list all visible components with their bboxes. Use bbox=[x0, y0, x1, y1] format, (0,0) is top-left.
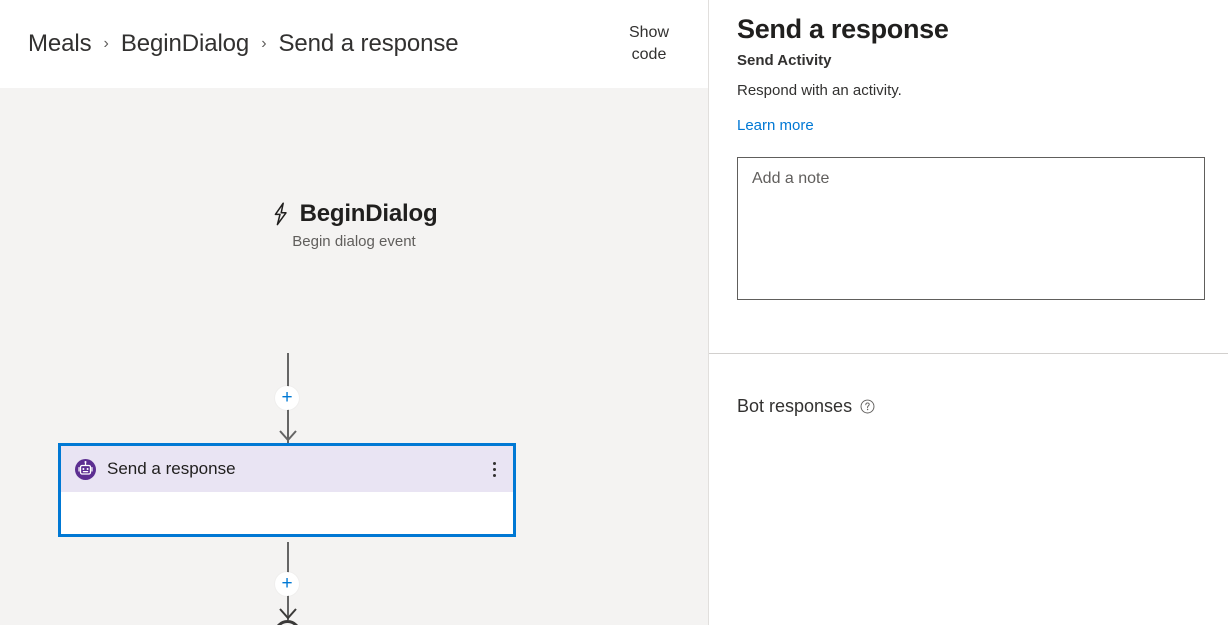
panel-description: Respond with an activity. bbox=[737, 82, 902, 99]
add-action-button-above[interactable]: + bbox=[275, 386, 299, 410]
trigger-title-row: BeginDialog bbox=[0, 200, 708, 228]
bot-message-icon bbox=[75, 458, 96, 480]
properties-panel: Send a response Send Activity Respond wi… bbox=[708, 0, 1228, 625]
trigger-title: BeginDialog bbox=[299, 200, 438, 227]
plus-icon: + bbox=[281, 387, 293, 408]
panel-divider bbox=[709, 353, 1228, 354]
breadcrumb: Meals › BeginDialog › Send a response bbox=[28, 30, 612, 58]
action-node-body bbox=[61, 492, 513, 534]
learn-more-link[interactable]: Learn more bbox=[737, 117, 814, 134]
header-show-code-button[interactable]: Show code bbox=[612, 22, 686, 65]
breadcrumb-item-send-a-response[interactable]: Send a response bbox=[279, 30, 459, 58]
action-node-label: Send a response bbox=[107, 459, 236, 478]
add-action-button-below[interactable]: + bbox=[275, 572, 299, 596]
dialog-canvas-pane: Meals › BeginDialog › Send a response Sh… bbox=[0, 0, 708, 625]
help-circle-icon[interactable] bbox=[860, 399, 875, 414]
note-placeholder: Add a note bbox=[752, 170, 830, 187]
breadcrumb-item-meals[interactable]: Meals bbox=[28, 30, 92, 58]
end-circle-icon bbox=[274, 620, 301, 625]
panel-subtitle: Send Activity bbox=[737, 52, 832, 69]
action-node-header: Send a response bbox=[61, 446, 513, 492]
breadcrumb-separator-icon: › bbox=[103, 35, 109, 52]
trigger-subtitle: Begin dialog event bbox=[292, 233, 416, 250]
connector-arrowhead-top bbox=[278, 429, 298, 442]
breadcrumb-item-begindialog[interactable]: BeginDialog bbox=[121, 30, 249, 58]
more-vertical-icon[interactable] bbox=[485, 457, 503, 481]
composer-window: Meals › BeginDialog › Send a response Sh… bbox=[0, 0, 1228, 625]
trigger-node-begindialog[interactable]: BeginDialog Begin dialog event bbox=[0, 200, 708, 250]
action-node-send-a-response[interactable]: Send a response bbox=[58, 443, 516, 537]
bot-responses-header: Bot responses bbox=[737, 396, 1228, 417]
bot-responses-label: Bot responses bbox=[737, 396, 853, 416]
page-title: Send a response bbox=[737, 14, 949, 44]
lightning-bolt-icon bbox=[271, 202, 291, 226]
breadcrumb-separator-icon: › bbox=[261, 35, 267, 52]
connector-arrowhead-bottom bbox=[278, 607, 298, 620]
dialog-flow-canvas[interactable]: BeginDialog Begin dialog event + Send a … bbox=[0, 88, 708, 625]
plus-icon: + bbox=[281, 573, 293, 594]
breadcrumb-bar: Meals › BeginDialog › Send a response Sh… bbox=[0, 0, 708, 88]
note-field[interactable]: Add a note bbox=[737, 157, 1205, 300]
